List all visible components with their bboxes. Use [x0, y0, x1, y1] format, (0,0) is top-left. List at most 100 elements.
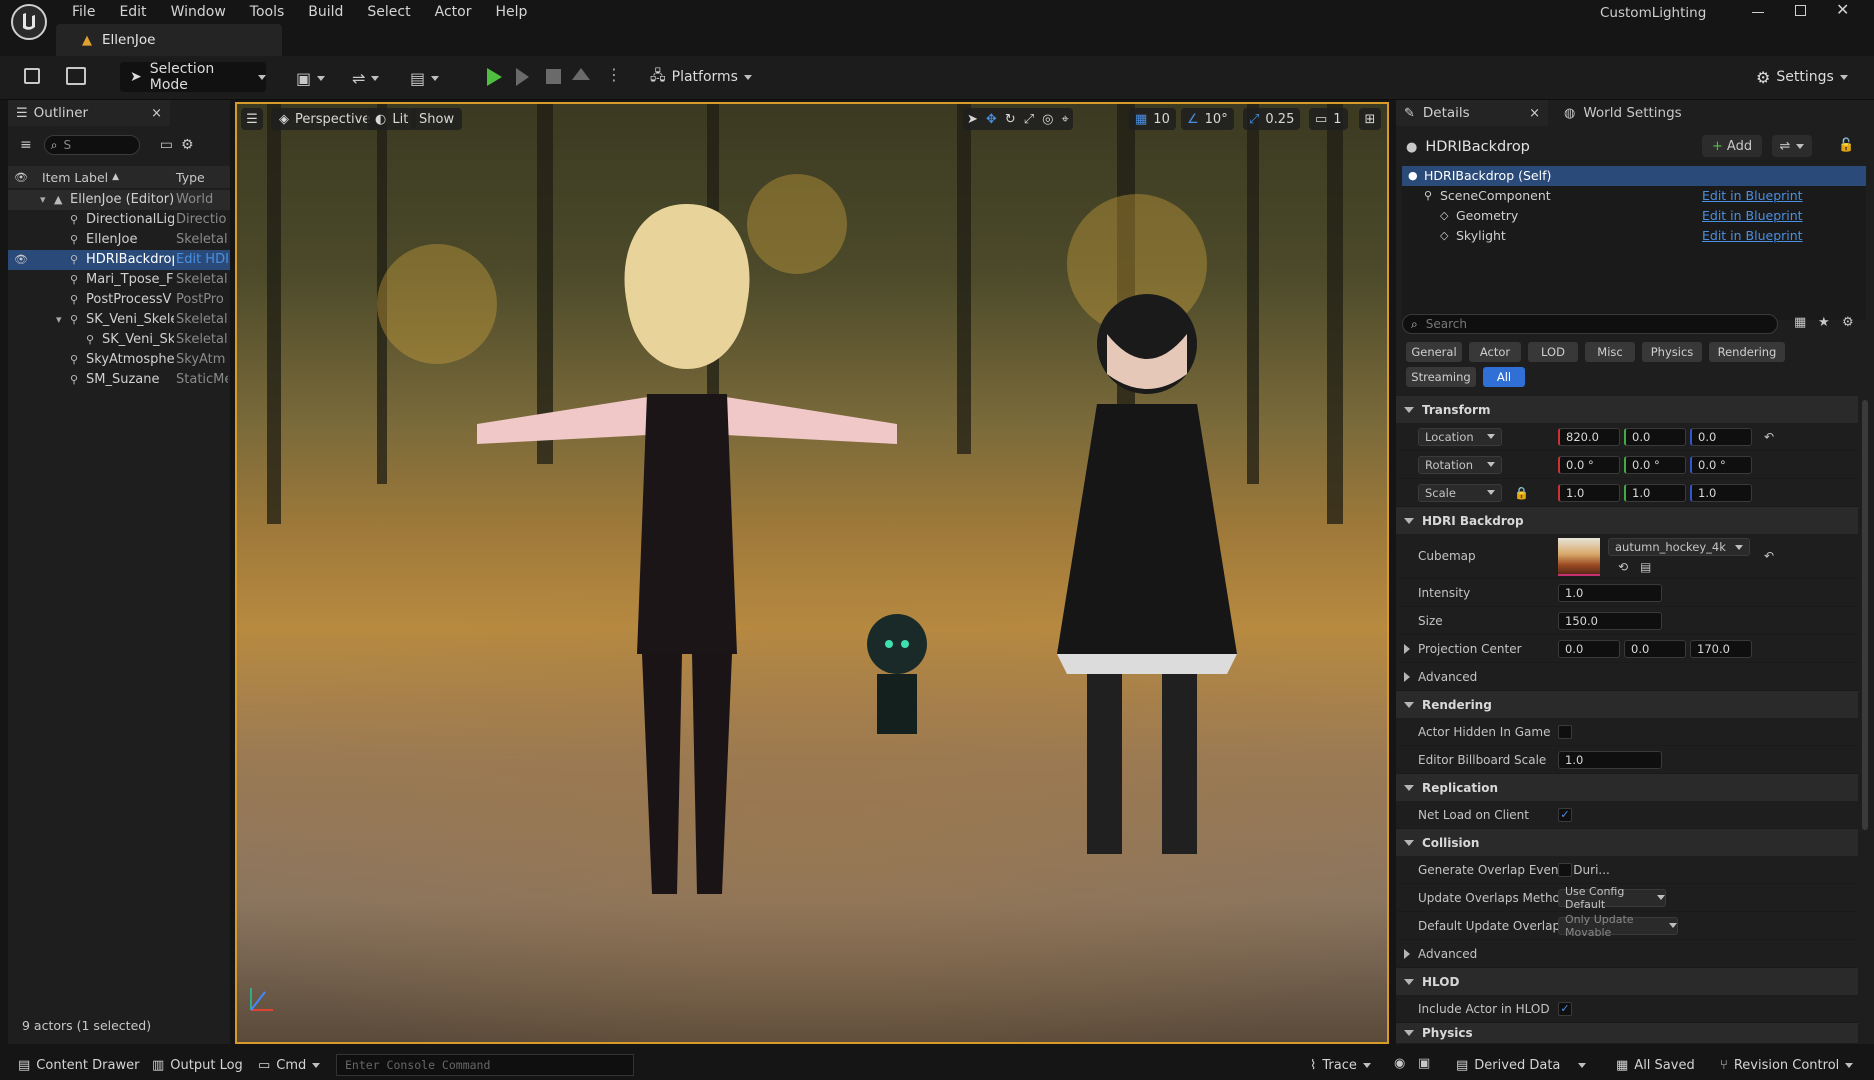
menu-help[interactable]: Help	[483, 0, 539, 24]
level-tab[interactable]: ▲ EllenJoe	[56, 24, 282, 56]
section-rendering[interactable]: Rendering	[1396, 691, 1858, 718]
net-load-checkbox[interactable]: ✓	[1558, 807, 1572, 822]
rotate-tool-icon[interactable]: ↻	[1005, 112, 1016, 127]
outliner-row[interactable]: ⚲ Mari_Tpose_F Skeletal	[8, 270, 230, 290]
close-tab-icon[interactable]: ×	[151, 106, 162, 121]
surface-snap-icon[interactable]: ⌖	[1061, 112, 1068, 127]
show-button[interactable]: Show	[411, 108, 463, 130]
outliner-row[interactable]: ⚲ SkyAtmosphe SkyAtm	[8, 350, 230, 370]
expand-arrow-icon[interactable]: ▾	[56, 310, 62, 330]
intensity-field[interactable]: 1.0	[1558, 583, 1662, 602]
add-actor-button[interactable]: ▣	[296, 69, 326, 88]
scale-z[interactable]: 1.0	[1690, 483, 1752, 502]
outliner-settings-icon[interactable]: ⚙	[181, 137, 194, 153]
row-collision-advanced[interactable]: Advanced	[1396, 940, 1858, 968]
outliner-row[interactable]: 👁 ⚲ HDRIBackdrop Edit HDI	[8, 250, 230, 270]
blueprint-button[interactable]: ⇌	[352, 69, 380, 88]
details-scrollbar[interactable]	[1862, 400, 1868, 830]
outliner-row[interactable]: ▾ ▲ EllenJoe (Editor) World	[8, 190, 230, 210]
play-icon[interactable]	[487, 68, 502, 86]
viewport-layout-button[interactable]: ⊞	[1359, 108, 1381, 130]
section-physics[interactable]: Physics	[1396, 1023, 1858, 1043]
category-rendering[interactable]: Rendering	[1709, 342, 1785, 362]
browse-asset-icon[interactable]: ▤	[1640, 560, 1651, 574]
add-folder-icon[interactable]: ▭	[160, 137, 173, 153]
category-general[interactable]: General	[1406, 342, 1462, 362]
section-hdri-backdrop[interactable]: HDRI Backdrop	[1396, 507, 1858, 534]
browse-icon[interactable]	[66, 67, 86, 85]
scale-dropdown[interactable]: Scale	[1418, 483, 1502, 502]
scale-y[interactable]: 1.0	[1624, 483, 1686, 502]
projection-z[interactable]: 170.0	[1690, 639, 1752, 658]
edit-in-blueprint-link[interactable]: Edit in Blueprint	[1702, 186, 1803, 206]
scale-x[interactable]: 1.0	[1558, 483, 1620, 502]
maximize-icon[interactable]	[1795, 5, 1806, 16]
size-field[interactable]: 150.0	[1558, 611, 1662, 630]
minimize-icon[interactable]	[1752, 12, 1764, 13]
component-row[interactable]: ◇ Geometry Edit in Blueprint	[1402, 206, 1866, 226]
menu-file[interactable]: File	[60, 0, 107, 24]
outliner-search[interactable]: ⌕ S	[43, 135, 140, 155]
category-actor[interactable]: Actor	[1469, 342, 1521, 362]
outliner-row[interactable]: ⚲ DirectionalLigl Directio	[8, 210, 230, 230]
component-row[interactable]: ⚲ SceneComponent Edit in Blueprint	[1402, 186, 1866, 206]
content-drawer-button[interactable]: ▤ Content Drawer	[18, 1050, 139, 1080]
edit-in-blueprint-link[interactable]: Edit in Blueprint	[1702, 226, 1803, 246]
world-local-icon[interactable]: ◎	[1042, 112, 1053, 127]
platforms-dropdown[interactable]: 🖧 Platforms	[646, 62, 752, 92]
overlap-checkbox[interactable]	[1558, 862, 1572, 877]
row-hdri-advanced[interactable]: Advanced	[1396, 663, 1858, 691]
lock-icon[interactable]: 🔓	[1838, 138, 1854, 153]
close-details-tab-icon[interactable]: ×	[1529, 106, 1540, 121]
camera-speed-button[interactable]: ▭ 1	[1309, 108, 1348, 130]
col-type[interactable]: Type	[176, 170, 205, 185]
visibility-toggle-icon[interactable]: 👁	[14, 250, 28, 270]
settings-dropdown[interactable]: ⚙ Settings	[1756, 62, 1866, 92]
section-transform[interactable]: Transform	[1396, 396, 1858, 423]
rotation-snap-button[interactable]: ∠ 10°	[1181, 108, 1234, 130]
expand-arrow-icon[interactable]: ▾	[40, 190, 46, 210]
add-component-button[interactable]: + Add	[1702, 135, 1763, 157]
console-input[interactable]: Enter Console Command	[336, 1054, 634, 1076]
section-hlod[interactable]: HLOD	[1396, 968, 1858, 995]
perspective-button[interactable]: ◈ Perspective	[271, 108, 379, 130]
location-z[interactable]: 0.0	[1690, 427, 1752, 446]
menu-build[interactable]: Build	[296, 0, 355, 24]
component-row[interactable]: ◇ Skylight Edit in Blueprint	[1402, 226, 1866, 246]
reset-cubemap-icon[interactable]: ↶	[1764, 549, 1774, 563]
selection-mode-dropdown[interactable]: ➤ Selection Mode	[120, 61, 266, 93]
use-selected-icon[interactable]: ⟲	[1618, 560, 1628, 574]
close-window-icon[interactable]: ✕	[1836, 0, 1849, 19]
update-method-dropdown[interactable]: Use Config Default	[1558, 885, 1666, 911]
edit-in-blueprint-link[interactable]: Edit in Blueprint	[1702, 206, 1803, 226]
screenshot-icon[interactable]: ▣	[1418, 1056, 1430, 1071]
blueprint-options-button[interactable]: ⇌	[1772, 135, 1812, 157]
rotation-dropdown[interactable]: Rotation	[1418, 455, 1502, 474]
menu-select[interactable]: Select	[355, 0, 422, 24]
include-hlod-checkbox[interactable]: ✓	[1558, 1001, 1572, 1016]
details-settings-icon[interactable]: ⚙	[1842, 315, 1854, 330]
default-update-dropdown[interactable]: Only Update Movable	[1558, 913, 1678, 939]
cubemap-dropdown[interactable]: autumn_hockey_4k	[1608, 538, 1750, 556]
outliner-tab[interactable]: ☰ Outliner ×	[8, 100, 170, 126]
scale-snap-button[interactable]: ⤢ 0.25	[1243, 108, 1301, 130]
details-tab[interactable]: ✎ Details ×	[1396, 100, 1548, 126]
category-physics[interactable]: Physics	[1642, 342, 1702, 362]
all-saved-button[interactable]: ▦ All Saved	[1616, 1050, 1695, 1080]
projection-y[interactable]: 0.0	[1624, 639, 1686, 658]
viewport-options-button[interactable]: ☰	[241, 108, 263, 130]
menu-edit[interactable]: Edit	[107, 0, 158, 24]
outliner-row[interactable]: ⚲ SK_Veni_SkeSkeletal	[8, 330, 230, 350]
scale-tool-icon[interactable]: ⤢	[1024, 112, 1034, 127]
outliner-row-type[interactable]: Edit HDI	[176, 250, 228, 270]
actor-hidden-checkbox[interactable]	[1558, 724, 1572, 739]
revision-control-dropdown[interactable]: ⑂ Revision Control	[1720, 1050, 1854, 1080]
category-misc[interactable]: Misc	[1585, 342, 1635, 362]
menu-actor[interactable]: Actor	[423, 0, 484, 24]
move-tool-icon[interactable]: ✥	[986, 112, 997, 127]
record-icon[interactable]: ◉	[1394, 1056, 1405, 1071]
menu-tools[interactable]: Tools	[238, 0, 297, 24]
reset-location-icon[interactable]: ↶	[1764, 430, 1774, 444]
unreal-logo-icon[interactable]	[10, 3, 48, 41]
advance-frame-icon[interactable]	[516, 68, 529, 86]
